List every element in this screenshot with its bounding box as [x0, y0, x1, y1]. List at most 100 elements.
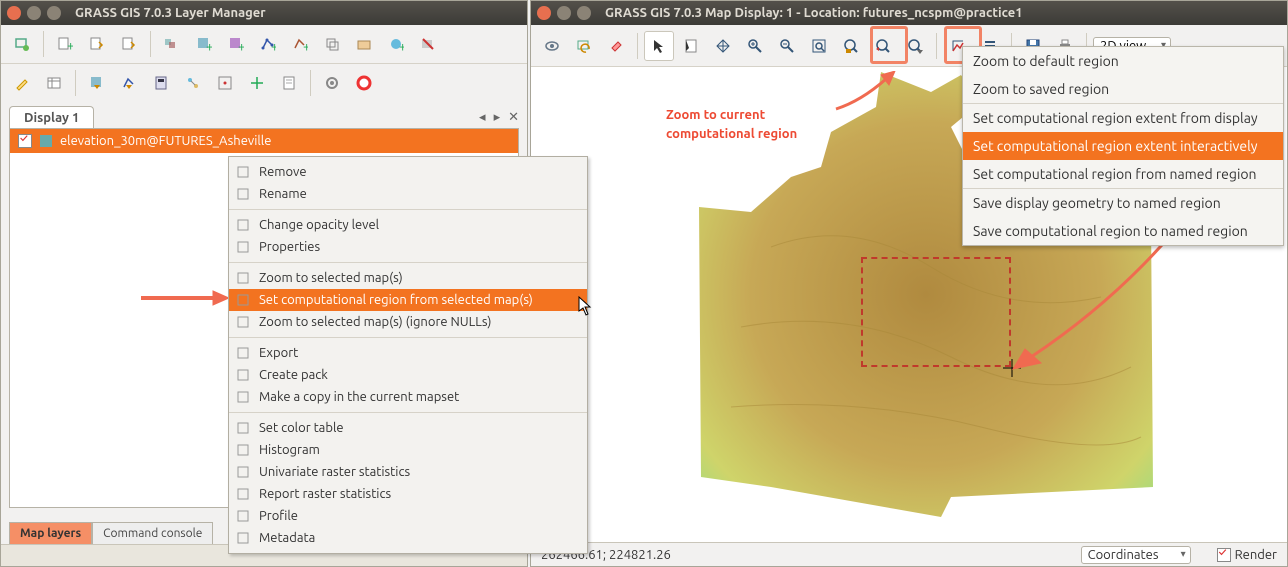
cartographic-composer-button[interactable]	[242, 68, 272, 98]
menu-item-label: Export	[259, 346, 298, 360]
dropdown-item[interactable]: Zoom to default region	[963, 47, 1283, 75]
workspace-new-button[interactable]: +	[50, 29, 80, 59]
context-menu-item[interactable]: Change opacity level	[229, 214, 587, 236]
add-ws-button[interactable]: +	[381, 29, 411, 59]
context-menu-item[interactable]: Set computational region from selected m…	[229, 289, 587, 311]
context-menu-item[interactable]: Univariate raster statistics	[229, 461, 587, 483]
menu-item-icon	[235, 292, 251, 308]
minimize-icon[interactable]	[27, 6, 41, 20]
menu-item-label: Histogram	[259, 443, 320, 457]
dropdown-item[interactable]: Zoom to saved region	[963, 75, 1283, 103]
tab-scroll-right-icon[interactable]: ▸	[494, 110, 501, 125]
context-menu-item[interactable]: Report raster statistics	[229, 483, 587, 505]
new-display-button[interactable]	[7, 29, 37, 59]
display-tab[interactable]: Display 1	[9, 106, 94, 128]
add-misc-raster-button[interactable]: +	[221, 29, 251, 59]
menu-item-label: Set computational region from selected m…	[259, 293, 533, 307]
layer-manager-titlebar[interactable]: GRASS GIS 7.0.3 Layer Manager	[1, 1, 527, 25]
tab-map-layers[interactable]: Map layers	[9, 522, 92, 544]
menu-item-icon	[235, 186, 251, 202]
context-menu-item[interactable]: Export	[229, 342, 587, 364]
svg-text:+: +	[303, 40, 308, 52]
statusbar-mode-select[interactable]: Coordinates	[1081, 546, 1191, 564]
menu-item-icon	[235, 486, 251, 502]
context-menu-item[interactable]: Metadata	[229, 527, 587, 549]
menu-item-icon	[235, 239, 251, 255]
dropdown-item[interactable]: Set computational region extent interact…	[963, 132, 1283, 160]
zoom-extent-button[interactable]	[804, 31, 834, 61]
attribute-table-button[interactable]	[39, 68, 69, 98]
maximize-icon[interactable]	[577, 6, 591, 20]
add-raster-button[interactable]: +	[189, 29, 219, 59]
menu-item-icon	[235, 314, 251, 330]
georectify-button[interactable]	[210, 68, 240, 98]
layer-visibility-checkbox[interactable]	[18, 134, 32, 148]
context-menu-item[interactable]: Histogram	[229, 439, 587, 461]
settings-button[interactable]	[317, 68, 347, 98]
import-vector-button[interactable]	[114, 68, 144, 98]
render-checkbox[interactable]	[1217, 548, 1231, 562]
maximize-icon[interactable]	[47, 6, 61, 20]
tab-command-console[interactable]: Command console	[92, 522, 213, 544]
menu-item-icon	[235, 420, 251, 436]
render-map-button[interactable]	[537, 31, 567, 61]
svg-text:+: +	[399, 40, 404, 52]
workspace-save-button[interactable]	[114, 29, 144, 59]
dropdown-item[interactable]: Save display geometry to named region	[963, 189, 1283, 217]
zoom-computational-region-button[interactable]	[836, 31, 866, 61]
render-label: Render	[1235, 548, 1277, 562]
dropdown-item[interactable]: Save computational region to named regio…	[963, 217, 1283, 245]
menu-item-icon	[235, 367, 251, 383]
add-group-button[interactable]	[349, 29, 379, 59]
tab-scroll-left-icon[interactable]: ◂	[479, 110, 486, 125]
layer-manager-toolbar-1: + + + + + +	[1, 25, 527, 64]
close-icon[interactable]	[7, 6, 21, 20]
add-misc-vector-button[interactable]: +	[285, 29, 315, 59]
menu-item-icon	[235, 217, 251, 233]
redraw-button[interactable]	[569, 31, 599, 61]
add-overlay-button[interactable]	[317, 29, 347, 59]
script-button[interactable]	[274, 68, 304, 98]
context-menu-item[interactable]: Remove	[229, 161, 587, 183]
context-menu-item[interactable]: Rename	[229, 183, 587, 205]
menu-item-label: Properties	[259, 240, 320, 254]
map-display-titlebar[interactable]: GRASS GIS 7.0.3 Map Display: 1 - Locatio…	[531, 1, 1287, 25]
menu-item-label: Remove	[259, 165, 307, 179]
modeler-button[interactable]	[178, 68, 208, 98]
annotation-arrow-toolbar	[831, 71, 901, 113]
context-menu-item[interactable]: Profile	[229, 505, 587, 527]
close-icon[interactable]	[537, 6, 551, 20]
edit-vector-button[interactable]	[7, 68, 37, 98]
layer-name: elevation_30m@FUTURES_Asheville	[60, 134, 271, 148]
query-button[interactable]	[676, 31, 706, 61]
add-vector-button[interactable]: +	[253, 29, 283, 59]
zoom-previous-button[interactable]	[868, 31, 898, 61]
context-menu-item[interactable]: Make a copy in the current mapset	[229, 386, 587, 408]
context-menu-item[interactable]: Properties	[229, 236, 587, 258]
add-multiple-button[interactable]	[157, 29, 187, 59]
pan-button[interactable]	[708, 31, 738, 61]
workspace-open-button[interactable]	[82, 29, 112, 59]
tab-close-icon[interactable]: ✕	[508, 110, 519, 125]
pointer-button[interactable]	[644, 31, 674, 61]
menu-item-icon	[235, 389, 251, 405]
raster-calculator-button[interactable]	[146, 68, 176, 98]
svg-text:+: +	[206, 40, 212, 52]
dropdown-item[interactable]: Set computational region extent from dis…	[963, 104, 1283, 132]
remove-layer-button[interactable]	[413, 29, 443, 59]
zoom-out-button[interactable]	[772, 31, 802, 61]
menu-item-label: Univariate raster statistics	[259, 465, 410, 479]
help-button[interactable]	[349, 68, 379, 98]
layer-row[interactable]: elevation_30m@FUTURES_Asheville	[10, 129, 518, 153]
context-menu-item[interactable]: Zoom to selected map(s)	[229, 267, 587, 289]
minimize-icon[interactable]	[557, 6, 571, 20]
dropdown-item[interactable]: Set computational region from named regi…	[963, 160, 1283, 188]
context-menu-item[interactable]: Set color table	[229, 417, 587, 439]
context-menu-item[interactable]: Zoom to selected map(s) (ignore NULLs)	[229, 311, 587, 333]
svg-text:+: +	[271, 40, 276, 52]
context-menu-item[interactable]: Create pack	[229, 364, 587, 386]
zoom-options-button[interactable]	[900, 31, 930, 61]
erase-button[interactable]	[601, 31, 631, 61]
import-raster-button[interactable]	[82, 68, 112, 98]
zoom-in-button[interactable]	[740, 31, 770, 61]
